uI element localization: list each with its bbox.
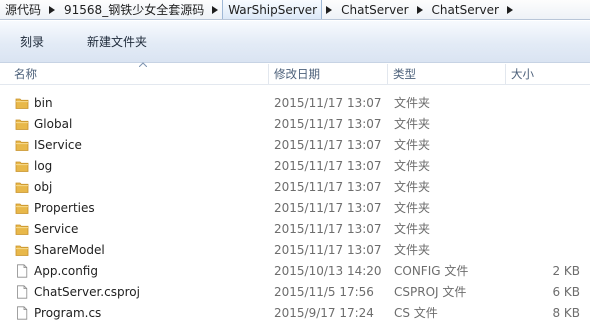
breadcrumb-item[interactable]: ChatServer	[336, 0, 412, 19]
list-item[interactable]: ShareModel 2015/11/17 13:07 文件夹	[0, 239, 590, 260]
chevron-right-icon[interactable]	[322, 0, 336, 19]
folder-icon	[14, 239, 30, 260]
file-name: Global	[34, 116, 73, 131]
file-date: 2015/10/13 14:20	[274, 263, 382, 278]
list-item[interactable]: Global 2015/11/17 13:07 文件夹	[0, 113, 590, 134]
file-name: log	[34, 158, 53, 173]
list-item[interactable]: Program.cs 2015/9/17 17:24 CS 文件 8 KB	[0, 302, 590, 323]
file-date: 2015/11/17 13:07	[274, 179, 382, 194]
list-item[interactable]: IService 2015/11/17 13:07 文件夹	[0, 134, 590, 155]
file-name: ShareModel	[34, 242, 105, 257]
file-name: Program.cs	[34, 305, 102, 320]
file-name: Service	[34, 221, 79, 236]
file-date: 2015/11/17 13:07	[274, 200, 382, 215]
file-date: 2015/11/17 13:07	[274, 137, 382, 152]
column-name[interactable]: 名称	[8, 62, 266, 85]
folder-icon	[14, 197, 30, 218]
folder-icon	[14, 113, 30, 134]
folder-icon	[14, 218, 30, 239]
file-size: 8 KB	[552, 305, 580, 320]
file-date: 2015/9/17 17:24	[274, 305, 374, 320]
list-item[interactable]: ChatServer.csproj 2015/11/5 17:56 CSPROJ 文…	[0, 281, 590, 302]
file-type: 文件夹	[394, 180, 431, 194]
file-size: 6 KB	[552, 284, 580, 299]
breadcrumb-item[interactable]: WarShipServer	[222, 0, 323, 19]
folder-icon	[14, 92, 30, 113]
column-date[interactable]: 修改日期	[268, 63, 386, 85]
folder-icon	[14, 155, 30, 176]
file-date: 2015/11/5 17:56	[274, 284, 374, 299]
file-list: bin 2015/11/17 13:07 文件夹 Global 2015/11/17 1…	[0, 92, 590, 323]
file-name: Properties	[34, 200, 95, 215]
file-date: 2015/11/17 13:07	[274, 158, 382, 173]
column-type[interactable]: 类型	[387, 63, 504, 85]
breadcrumb-item[interactable]: 91568_钢铁少女全套源码	[59, 0, 208, 19]
new-folder-button[interactable]: 新建文件夹	[81, 30, 153, 53]
file-date: 2015/11/17 13:07	[274, 221, 382, 236]
file-type: CSPROJ 文件	[394, 285, 467, 299]
column-size-label: 大小	[511, 67, 534, 81]
column-date-label: 修改日期	[274, 67, 320, 81]
file-type: 文件夹	[394, 222, 431, 236]
chevron-right-icon[interactable]	[208, 0, 222, 19]
file-name: bin	[34, 95, 53, 110]
file-icon	[14, 281, 30, 302]
breadcrumb: 源代码 91568_钢铁少女全套源码 WarShipServer ChatServer…	[0, 0, 590, 20]
file-type: 文件夹	[394, 138, 431, 152]
list-item[interactable]: Properties 2015/11/17 13:07 文件夹	[0, 197, 590, 218]
command-bar: 刻录 新建文件夹	[0, 21, 590, 63]
file-type: 文件夹	[394, 159, 431, 173]
chevron-right-icon[interactable]	[45, 0, 59, 19]
file-type: 文件夹	[394, 243, 431, 257]
sort-ascending-icon	[139, 62, 147, 67]
file-date: 2015/11/17 13:07	[274, 116, 382, 131]
breadcrumb-item[interactable]: ChatServer	[427, 0, 503, 19]
file-name: App.config	[34, 263, 98, 278]
folder-icon	[14, 176, 30, 197]
chevron-right-icon[interactable]	[503, 0, 517, 19]
file-type: 文件夹	[394, 117, 431, 131]
file-date: 2015/11/17 13:07	[274, 95, 382, 110]
list-item[interactable]: obj 2015/11/17 13:07 文件夹	[0, 176, 590, 197]
file-date: 2015/11/17 13:07	[274, 242, 382, 257]
list-item[interactable]: log 2015/11/17 13:07 文件夹	[0, 155, 590, 176]
column-name-label: 名称	[14, 67, 37, 81]
file-name: obj	[34, 179, 53, 194]
column-size[interactable]: 大小	[505, 63, 590, 85]
list-item[interactable]: App.config 2015/10/13 14:20 CONFIG 文件 2 KB	[0, 260, 590, 281]
chevron-right-icon[interactable]	[413, 0, 427, 19]
list-item[interactable]: bin 2015/11/17 13:07 文件夹	[0, 92, 590, 113]
file-name: IService	[34, 137, 82, 152]
file-name: ChatServer.csproj	[34, 284, 140, 299]
burn-button[interactable]: 刻录	[14, 30, 50, 53]
column-type-label: 类型	[393, 67, 416, 81]
list-item[interactable]: Service 2015/11/17 13:07 文件夹	[0, 218, 590, 239]
file-icon	[14, 302, 30, 323]
file-type: CONFIG 文件	[394, 264, 469, 278]
file-type: CS 文件	[394, 306, 438, 320]
folder-icon	[14, 134, 30, 155]
file-type: 文件夹	[394, 201, 431, 215]
file-size: 2 KB	[552, 263, 580, 278]
file-icon	[14, 260, 30, 281]
file-type: 文件夹	[394, 96, 431, 110]
breadcrumb-item[interactable]: 源代码	[0, 0, 45, 19]
column-header: 名称 修改日期 类型 大小	[0, 62, 590, 85]
